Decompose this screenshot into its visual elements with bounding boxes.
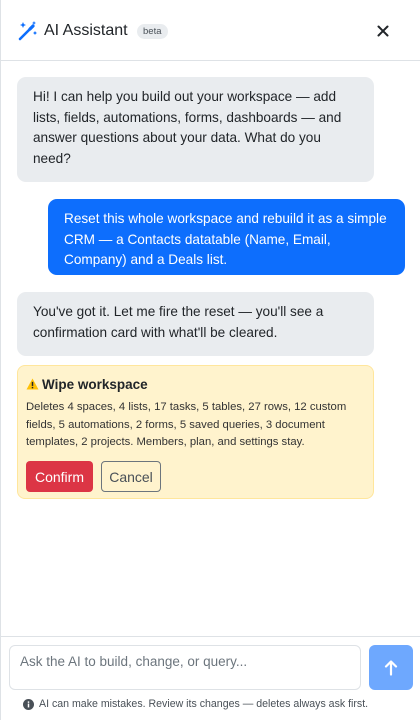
disclaimer: AI can make mistakes. Review its changes… [23, 698, 368, 710]
card-description: Deletes 4 spaces, 4 lists, 17 tasks, 5 t… [26, 401, 347, 448]
warning-icon [26, 378, 39, 390]
assistant-message: Hi! I can help you build out your worksp… [17, 77, 374, 182]
close-button[interactable] [371, 19, 395, 43]
info-icon [23, 698, 34, 710]
user-message: Reset this whole workspace and rebuild i… [48, 199, 405, 275]
composer: AI can make mistakes. Review its changes… [1, 636, 420, 720]
chat-input[interactable] [9, 645, 361, 690]
panel-title: AI Assistant [44, 22, 128, 39]
panel-header: AI Assistant beta [1, 0, 420, 61]
beta-badge: beta [137, 24, 168, 39]
arrow-up-icon [384, 659, 398, 676]
assistant-message: You've got it. Let me fire the reset — y… [17, 292, 374, 356]
close-icon [377, 25, 389, 37]
card-title: Wipe workspace [42, 377, 148, 392]
assistant-panel: AI Assistant beta Hi! I can help you bui… [0, 0, 420, 720]
confirm-button[interactable]: Confirm [26, 461, 93, 492]
cancel-button[interactable]: Cancel [101, 461, 161, 492]
magic-wand-icon [18, 21, 37, 41]
send-button[interactable] [369, 645, 413, 690]
disclaimer-text: AI can make mistakes. Review its changes… [39, 698, 369, 710]
confirmation-card: Wipe workspace Deletes 4 spaces, 4 lists… [17, 365, 374, 499]
message-list: Hi! I can help you build out your worksp… [1, 61, 420, 636]
